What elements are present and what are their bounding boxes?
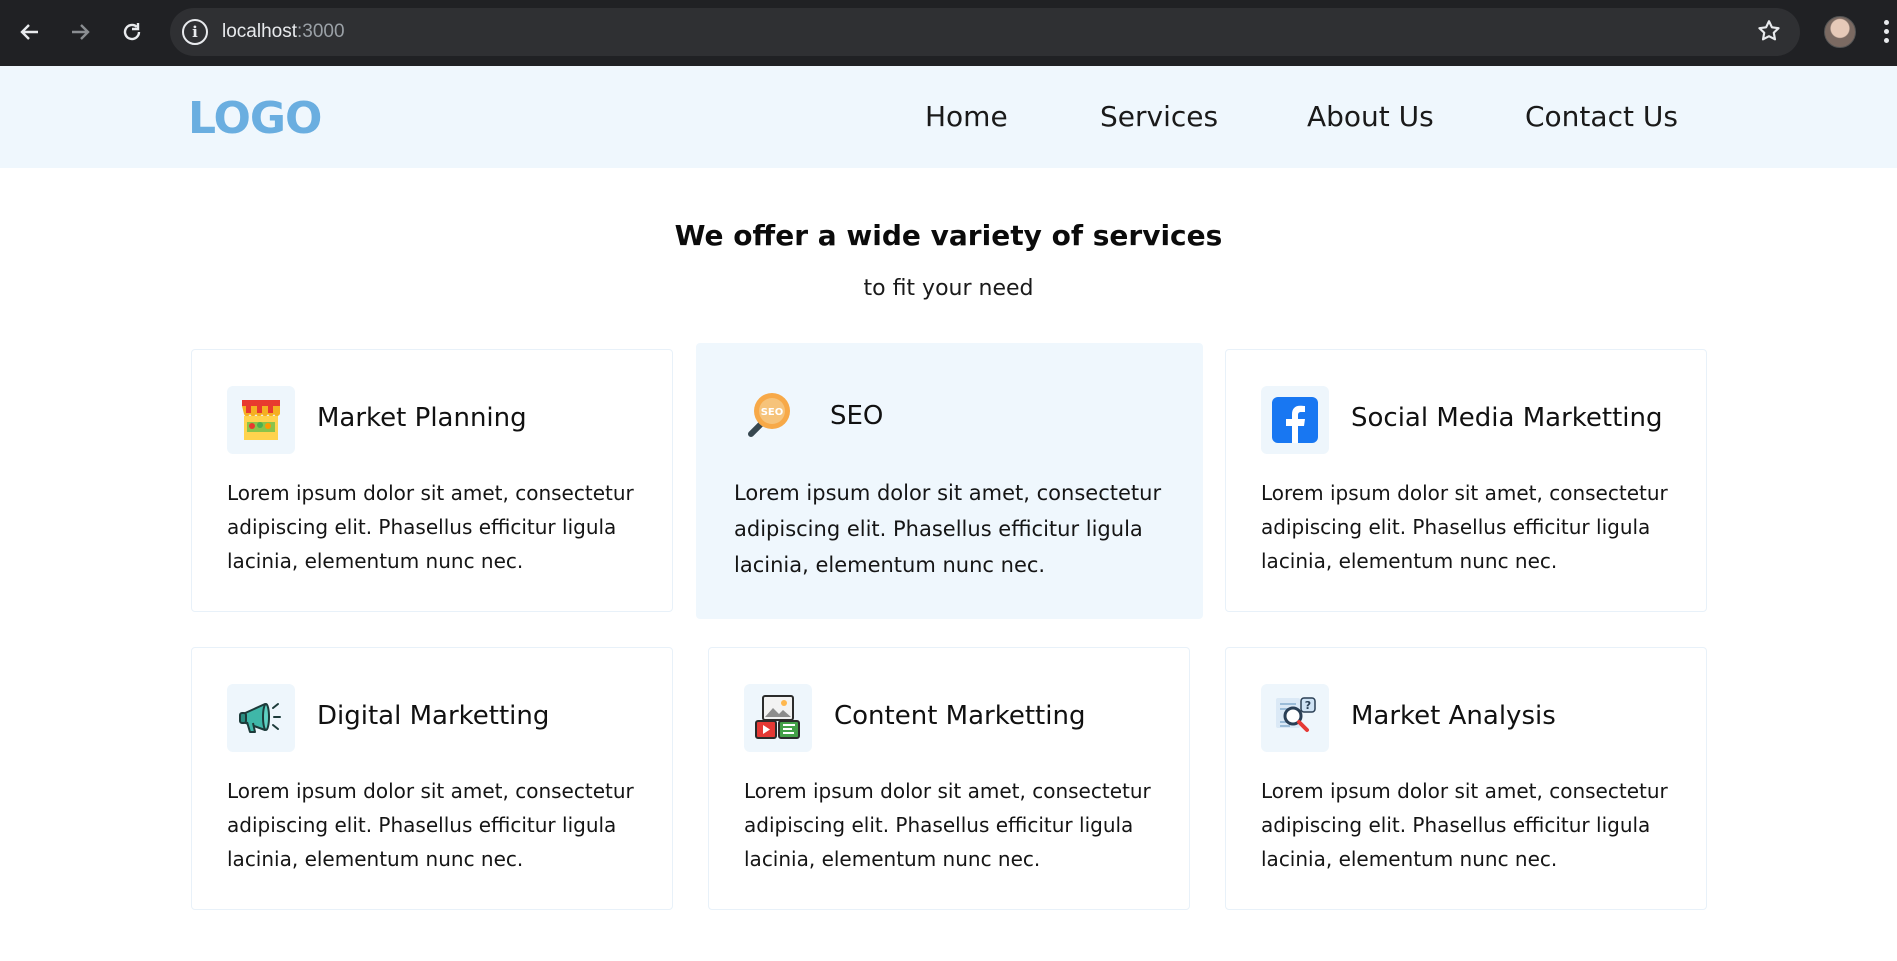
card-description-line: lacinia, elementum nunc nec. (1261, 847, 1558, 871)
nav-about-us[interactable]: About Us (1307, 100, 1434, 133)
service-card-market-planning[interactable]: Market Planning Lorem ipsum dolor sit am… (191, 349, 673, 612)
back-arrow-icon[interactable] (12, 14, 48, 50)
site-info-icon[interactable]: i (182, 19, 208, 45)
card-description: Lorem ipsum dolor sit amet, consectetur … (1261, 476, 1668, 578)
nav-home[interactable]: Home (925, 100, 1008, 133)
card-description: Lorem ipsum dolor sit amet, consectetur … (227, 774, 634, 876)
card-description-line: adipiscing elit. Phasellus efficitur lig… (744, 813, 1134, 837)
svg-text:?: ? (1305, 699, 1311, 712)
card-description-line: lacinia, elementum nunc nec. (744, 847, 1041, 871)
address-bar[interactable]: i localhost:3000 (170, 8, 1800, 56)
card-description-line: adipiscing elit. Phasellus efficitur lig… (734, 517, 1143, 541)
more-menu-icon[interactable] (1884, 20, 1890, 46)
market-stall-icon (227, 386, 295, 454)
card-description: Lorem ipsum dolor sit amet, consectetur … (1261, 774, 1668, 876)
service-card-digital-marketing[interactable]: Digital Marketting Lorem ipsum dolor sit… (191, 647, 673, 910)
facebook-icon (1261, 386, 1329, 454)
card-title: Content Marketting (834, 701, 1086, 731)
site-header: LOGO Home Services About Us Contact Us (0, 66, 1897, 168)
site-logo[interactable]: LOGO (188, 93, 322, 144)
card-description-line: adipiscing elit. Phasellus efficitur lig… (1261, 515, 1651, 539)
url-port: :3000 (297, 21, 345, 42)
card-title: Market Planning (317, 403, 527, 433)
card-description-line: lacinia, elementum nunc nec. (1261, 549, 1558, 573)
analysis-report-icon: ? (1261, 684, 1329, 752)
card-description: Lorem ipsum dolor sit amet, consectetur … (227, 476, 634, 578)
section-title: We offer a wide variety of services (674, 219, 1223, 252)
card-description-line: adipiscing elit. Phasellus efficitur lig… (1261, 813, 1651, 837)
card-title: Market Analysis (1351, 701, 1556, 731)
card-description-line: lacinia, elementum nunc nec. (734, 553, 1046, 577)
card-title: Social Media Marketting (1351, 403, 1663, 433)
card-description-line: Lorem ipsum dolor sit amet, consectetur (227, 481, 634, 505)
bookmark-star-icon[interactable] (1756, 18, 1782, 44)
card-description-line: lacinia, elementum nunc nec. (227, 847, 524, 871)
reload-icon[interactable] (114, 14, 150, 50)
seo-magnifier-icon: SEO (735, 382, 803, 450)
card-title: SEO (830, 401, 884, 431)
card-description-line: Lorem ipsum dolor sit amet, consectetur (1261, 779, 1668, 803)
card-description: Lorem ipsum dolor sit amet, consectetur … (744, 774, 1151, 876)
url-text[interactable]: localhost:3000 (222, 21, 345, 43)
card-description-line: adipiscing elit. Phasellus efficitur lig… (227, 813, 617, 837)
card-description-line: Lorem ipsum dolor sit amet, consectetur (227, 779, 634, 803)
service-card-content-marketing[interactable]: Content Marketting Lorem ipsum dolor sit… (708, 647, 1190, 910)
profile-avatar[interactable] (1824, 16, 1856, 48)
section-subtitle: to fit your need (863, 276, 1034, 301)
card-title: Digital Marketting (317, 701, 550, 731)
browser-toolbar: i localhost:3000 (0, 0, 1897, 66)
card-description: Lorem ipsum dolor sit amet, consectetur … (734, 475, 1161, 583)
card-description-line: adipiscing elit. Phasellus efficitur lig… (227, 515, 617, 539)
svg-text:SEO: SEO (761, 407, 784, 418)
service-card-seo[interactable]: SEO SEO Lorem ipsum dolor sit amet, cons… (696, 343, 1203, 619)
service-card-market-analysis[interactable]: ? Market Analysis Lorem ipsum dolor sit … (1225, 647, 1707, 910)
url-host: localhost (222, 21, 297, 42)
card-description-line: Lorem ipsum dolor sit amet, consectetur (1261, 481, 1668, 505)
card-description-line: lacinia, elementum nunc nec. (227, 549, 524, 573)
forward-arrow-icon[interactable] (62, 14, 98, 50)
service-card-social-media[interactable]: Social Media Marketting Lorem ipsum dolo… (1225, 349, 1707, 612)
media-content-icon (744, 684, 812, 752)
megaphone-icon (227, 684, 295, 752)
nav-contact-us[interactable]: Contact Us (1525, 100, 1678, 133)
card-description-line: Lorem ipsum dolor sit amet, consectetur (734, 481, 1162, 505)
card-description-line: Lorem ipsum dolor sit amet, consectetur (744, 779, 1151, 803)
nav-services[interactable]: Services (1100, 100, 1218, 133)
